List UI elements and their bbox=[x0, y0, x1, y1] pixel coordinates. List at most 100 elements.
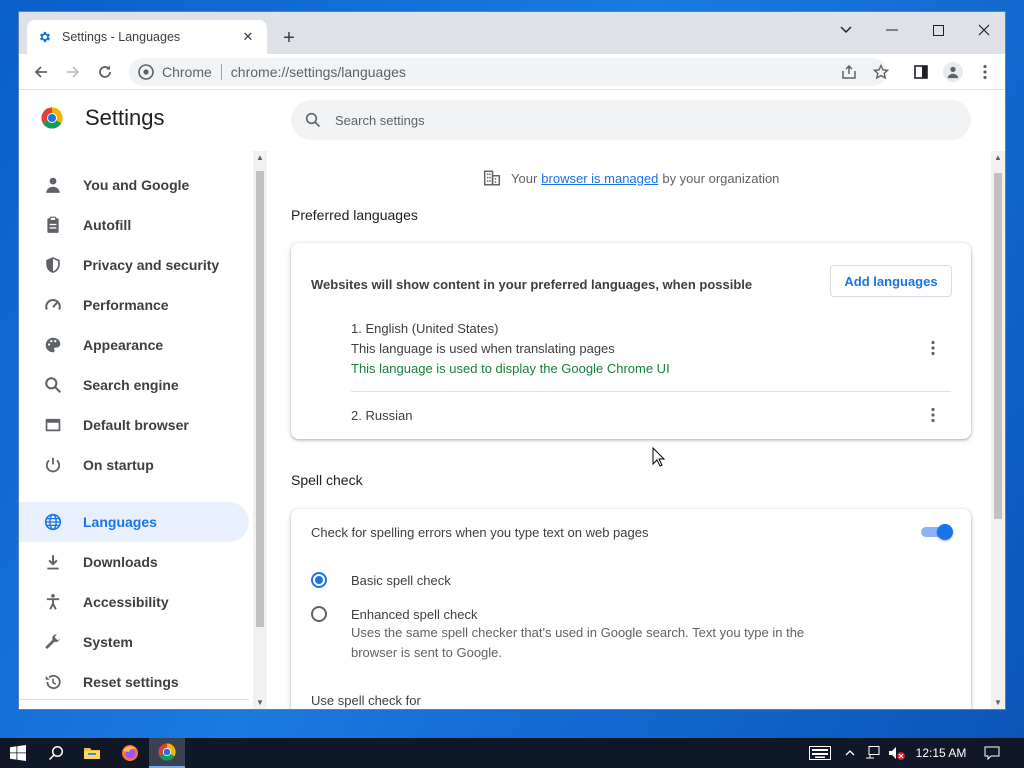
sidebar-item-accessibility[interactable]: Accessibility bbox=[19, 582, 249, 622]
sidebar-divider bbox=[19, 699, 249, 700]
minimize-icon bbox=[886, 29, 898, 31]
managed-prefix: Your bbox=[511, 170, 538, 186]
network-button[interactable] bbox=[862, 738, 884, 768]
preferred-languages-card: Websites will show content in your prefe… bbox=[291, 243, 971, 439]
side-panel-button[interactable] bbox=[907, 58, 935, 86]
gear-icon bbox=[37, 29, 53, 45]
sidebar-item-label: Reset settings bbox=[83, 674, 179, 690]
bookmark-button[interactable] bbox=[869, 60, 893, 84]
close-window-button[interactable] bbox=[961, 16, 1005, 44]
volume-button[interactable] bbox=[886, 738, 908, 768]
language-more-button[interactable] bbox=[921, 336, 945, 360]
tray-expand-button[interactable] bbox=[840, 738, 860, 768]
start-button[interactable] bbox=[0, 738, 36, 768]
page-title: Settings bbox=[85, 105, 165, 130]
forward-button[interactable] bbox=[59, 58, 87, 86]
sidebar-scrollbar[interactable]: ▲ ▼ bbox=[253, 151, 267, 709]
new-tab-button[interactable]: + bbox=[277, 26, 301, 50]
windows-icon bbox=[10, 745, 26, 761]
add-languages-button[interactable]: Add languages bbox=[830, 265, 952, 297]
sidebar-item-appearance[interactable]: Appearance bbox=[19, 325, 249, 365]
search-icon bbox=[48, 745, 64, 761]
language-more-button[interactable] bbox=[921, 403, 945, 427]
arrow-left-icon bbox=[34, 66, 47, 78]
close-icon bbox=[978, 24, 990, 36]
reload-button[interactable] bbox=[91, 58, 119, 86]
managed-notice: Your browser is managed by your organiza… bbox=[483, 169, 779, 187]
profile-button[interactable] bbox=[939, 58, 967, 86]
chrome-taskbar-button[interactable] bbox=[149, 738, 185, 768]
more-vert-icon bbox=[931, 340, 935, 356]
scroll-up-arrow-icon[interactable]: ▲ bbox=[994, 154, 1002, 162]
history-icon bbox=[43, 672, 63, 692]
sidebar-item-reset-settings[interactable]: Reset settings bbox=[19, 662, 249, 702]
sidebar-item-system[interactable]: System bbox=[19, 622, 249, 662]
sidebar-item-label: Appearance bbox=[83, 337, 164, 353]
sidebar-item-search-engine[interactable]: Search engine bbox=[19, 365, 249, 405]
reload-icon bbox=[99, 65, 111, 78]
sidebar-item-label: On startup bbox=[83, 457, 154, 473]
sidebar-item-label: Languages bbox=[83, 514, 157, 530]
sidebar-item-languages[interactable]: Languages bbox=[19, 502, 249, 542]
avatar bbox=[943, 62, 963, 82]
share-icon bbox=[842, 64, 856, 79]
tab-search-button[interactable] bbox=[823, 16, 869, 44]
arrow-right-icon bbox=[67, 66, 80, 78]
notifications-button[interactable] bbox=[978, 738, 1006, 768]
omnibox-separator bbox=[220, 64, 222, 80]
keyboard-icon bbox=[809, 746, 831, 760]
enhanced-spell-check-radio[interactable] bbox=[311, 606, 327, 622]
address-bar[interactable]: Chrome chrome://settings/languages bbox=[129, 58, 887, 86]
person-icon bbox=[947, 66, 959, 79]
sidebar-item-privacy[interactable]: Privacy and security bbox=[19, 245, 249, 285]
preferred-languages-heading: Preferred languages bbox=[291, 207, 418, 223]
sidebar-item-label: Search engine bbox=[83, 377, 179, 393]
tab-settings[interactable]: Settings - Languages ✕ bbox=[27, 20, 267, 54]
sidebar-item-default-browser[interactable]: Default browser bbox=[19, 405, 249, 445]
accessibility-icon bbox=[43, 592, 63, 612]
spell-check-toggle-label: Check for spelling errors when you type … bbox=[311, 525, 649, 540]
sidebar-scroll-thumb[interactable] bbox=[256, 171, 264, 627]
sidebar-item-downloads[interactable]: Downloads bbox=[19, 542, 249, 582]
sidebar-item-autofill[interactable]: Autofill bbox=[19, 205, 249, 245]
search-button[interactable] bbox=[38, 738, 74, 768]
search-icon bbox=[305, 112, 321, 128]
minimize-button[interactable] bbox=[869, 16, 915, 44]
sidebar-item-you-and-google[interactable]: You and Google bbox=[19, 165, 249, 205]
scroll-up-arrow-icon[interactable]: ▲ bbox=[256, 154, 264, 162]
scroll-down-arrow-icon[interactable]: ▼ bbox=[994, 699, 1002, 707]
search-icon bbox=[43, 375, 63, 395]
settings-page: Settings Search settings You and Google … bbox=[19, 91, 1005, 709]
clock[interactable]: 12:15 AM bbox=[910, 738, 972, 768]
browser-window: Settings - Languages ✕ + Chrome chrome:/… bbox=[18, 11, 1006, 710]
managed-link[interactable]: browser is managed bbox=[541, 171, 658, 186]
close-icon[interactable]: ✕ bbox=[239, 28, 257, 46]
main-scrollbar[interactable]: ▲ ▼ bbox=[991, 151, 1005, 709]
language-name: 2. Russian bbox=[351, 408, 413, 423]
basic-spell-check-radio[interactable] bbox=[311, 572, 327, 588]
spell-check-heading: Spell check bbox=[291, 472, 363, 488]
menu-button[interactable] bbox=[971, 58, 999, 86]
building-icon bbox=[483, 170, 501, 186]
settings-header: Settings bbox=[41, 105, 165, 131]
side-panel-icon bbox=[914, 65, 928, 79]
basic-spell-check-label: Basic spell check bbox=[351, 573, 451, 588]
search-settings-input[interactable]: Search settings bbox=[291, 100, 971, 140]
maximize-icon bbox=[932, 24, 944, 36]
sidebar-item-performance[interactable]: Performance bbox=[19, 285, 249, 325]
firefox-button[interactable] bbox=[112, 738, 148, 768]
scroll-down-arrow-icon[interactable]: ▼ bbox=[256, 699, 264, 707]
back-button[interactable] bbox=[27, 58, 55, 86]
maximize-button[interactable] bbox=[915, 16, 961, 44]
spell-check-toggle[interactable] bbox=[921, 524, 953, 540]
file-explorer-button[interactable] bbox=[74, 738, 110, 768]
mouse-cursor-icon bbox=[652, 447, 666, 467]
folder-icon bbox=[84, 748, 100, 759]
sidebar-item-on-startup[interactable]: On startup bbox=[19, 445, 249, 485]
chrome-logo-icon bbox=[41, 107, 63, 129]
input-indicator-button[interactable] bbox=[806, 738, 834, 768]
shield-icon bbox=[43, 255, 63, 275]
main-scroll-thumb[interactable] bbox=[994, 173, 1002, 519]
share-button[interactable] bbox=[837, 60, 861, 84]
sidebar-item-label: You and Google bbox=[83, 177, 190, 193]
